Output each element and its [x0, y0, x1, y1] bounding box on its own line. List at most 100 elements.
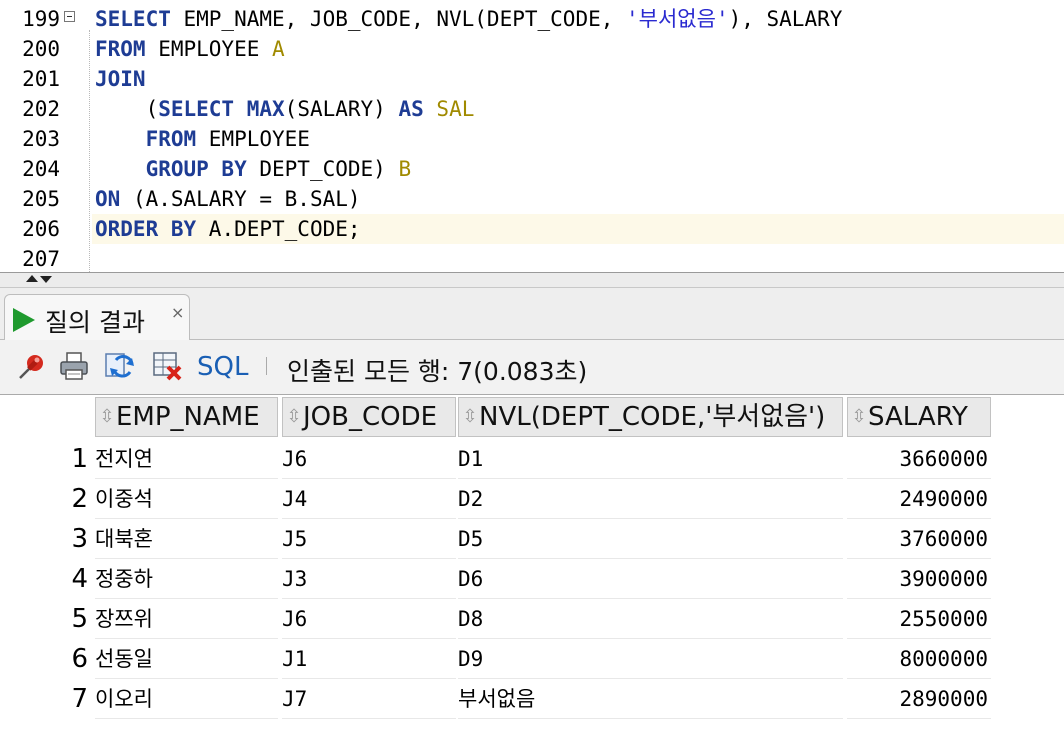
pin-icon[interactable]	[16, 350, 48, 382]
code-line[interactable]: ORDER BY A.DEPT_CODE;	[92, 214, 1064, 244]
table-cell[interactable]: J6	[282, 439, 456, 479]
sql-alias: B	[398, 157, 412, 181]
table-cell[interactable]: 3760000	[847, 519, 991, 559]
table-cell[interactable]: J6	[282, 599, 456, 639]
line-number: 199	[22, 7, 60, 31]
row-number[interactable]: 1	[0, 439, 88, 479]
code-line[interactable]: JOIN	[95, 64, 1064, 94]
table-cell[interactable]: 이오리	[95, 679, 278, 719]
sort-icon[interactable]: ⇳	[98, 398, 116, 436]
result-toolbar: SQL 인출된 모든 행: 7(0.083초)	[0, 340, 1064, 394]
tab-query-result-label: 질의 결과	[45, 308, 145, 337]
fetch-status: 인출된 모든 행: 7(0.083초)	[287, 357, 588, 386]
code-line[interactable]: ON (A.SALARY = B.SAL)	[95, 184, 1064, 214]
line-number: 204	[22, 157, 60, 181]
print-icon[interactable]	[58, 350, 90, 382]
row-number[interactable]: 7	[0, 679, 88, 719]
collapse-up-icon[interactable]	[26, 275, 38, 282]
column-header-label: NVL(DEPT_CODE,'부서없음')	[479, 402, 826, 432]
sort-icon[interactable]: ⇳	[850, 398, 868, 436]
column-header-label: EMP_NAME	[116, 402, 260, 432]
tab-query-result[interactable]: 질의 결과 ×	[4, 294, 190, 340]
sql-keyword: SELECT	[158, 97, 235, 121]
line-number-gutter: 199 200 201 202 203 204 205 206 207	[0, 0, 64, 272]
table-cell[interactable]: 장쯔위	[95, 599, 278, 639]
fold-toggle-icon[interactable]	[64, 11, 75, 22]
code-line[interactable]: FROM EMPLOYEE	[95, 124, 1064, 154]
sql-text: (	[95, 97, 159, 121]
sql-text: DEPT_CODE)	[246, 157, 399, 181]
pane-splitter[interactable]	[0, 272, 1064, 288]
code-line[interactable]: (SELECT MAX(SALARY) AS SAL	[95, 94, 1064, 124]
sql-keyword: MAX	[246, 97, 285, 121]
sort-icon[interactable]: ⇳	[285, 398, 303, 436]
line-number: 203	[22, 127, 60, 151]
row-number[interactable]: 2	[0, 479, 88, 519]
code-line[interactable]: GROUP BY DEPT_CODE) B	[95, 154, 1064, 184]
code-line[interactable]: FROM EMPLOYEE A	[95, 34, 1064, 64]
sql-editor[interactable]: 199 200 201 202 203 204 205 206 207 SELECT EMP_N…	[0, 0, 1064, 272]
result-tab-bar: 질의 결과 ×	[0, 288, 1064, 340]
table-cell[interactable]: D1	[458, 439, 843, 479]
table-cell[interactable]: J5	[282, 519, 456, 559]
table-cell[interactable]: 2550000	[847, 599, 991, 639]
result-grid: ⇳EMP_NAME ⇳JOB_CODE ⇳NVL(DEPT_CODE,'부서없음…	[0, 394, 1064, 730]
sql-text: EMPLOYEE	[196, 127, 310, 151]
column-header-salary[interactable]: ⇳SALARY	[847, 397, 991, 437]
table-cell[interactable]: 8000000	[847, 639, 991, 679]
column-header-label: SALARY	[868, 402, 968, 432]
table-cell[interactable]: D9	[458, 639, 843, 679]
code-line[interactable]: SELECT EMP_NAME, JOB_CODE, NVL(DEPT_CODE…	[95, 4, 1064, 34]
close-icon[interactable]: ×	[171, 303, 184, 322]
column-header-nvl-dept-code[interactable]: ⇳NVL(DEPT_CODE,'부서없음')	[458, 397, 843, 437]
table-cell[interactable]: J1	[282, 639, 456, 679]
table-cell[interactable]: 이중석	[95, 479, 278, 519]
sql-text: (SALARY)	[284, 97, 399, 121]
sql-alias: SAL	[436, 97, 475, 121]
table-cell[interactable]: D8	[458, 599, 843, 639]
column-header-emp-name[interactable]: ⇳EMP_NAME	[95, 397, 278, 437]
sql-text: A.DEPT_CODE;	[196, 217, 361, 241]
table-cell[interactable]: 부서없음	[458, 679, 843, 719]
collapse-down-icon[interactable]	[40, 276, 52, 283]
sql-keyword: FROM	[95, 37, 146, 61]
sql-button[interactable]: SQL	[197, 352, 248, 382]
table-cell[interactable]: 선동일	[95, 639, 278, 679]
column-header-label: JOB_CODE	[303, 402, 438, 432]
table-cell[interactable]: 3660000	[847, 439, 991, 479]
line-number: 206	[22, 217, 60, 241]
toolbar-separator	[266, 357, 267, 375]
table-cell[interactable]: D6	[458, 559, 843, 599]
row-number[interactable]: 4	[0, 559, 88, 599]
sql-keyword: FROM	[145, 127, 197, 151]
table-cell[interactable]: J4	[282, 479, 456, 519]
line-number: 200	[22, 37, 60, 61]
export-icon[interactable]	[151, 350, 183, 382]
row-number[interactable]: 6	[0, 639, 88, 679]
table-cell[interactable]: 전지연	[95, 439, 278, 479]
sort-icon[interactable]: ⇳	[461, 398, 479, 436]
line-number: 201	[22, 67, 60, 91]
table-cell[interactable]: D5	[458, 519, 843, 559]
table-cell[interactable]: 2890000	[847, 679, 991, 719]
table-cell[interactable]: 3900000	[847, 559, 991, 599]
sql-keyword: AS	[398, 97, 424, 121]
refresh-icon[interactable]	[104, 350, 136, 382]
code-line[interactable]	[95, 244, 1064, 272]
row-number[interactable]: 5	[0, 599, 88, 639]
line-number: 207	[22, 247, 60, 271]
line-number: 205	[22, 187, 60, 211]
sql-keyword: ON	[95, 187, 121, 211]
table-cell[interactable]: J3	[282, 559, 456, 599]
table-cell[interactable]: 2490000	[847, 479, 991, 519]
column-header-job-code[interactable]: ⇳JOB_CODE	[282, 397, 456, 437]
table-cell[interactable]: D2	[458, 479, 843, 519]
table-cell[interactable]: 대북혼	[95, 519, 278, 559]
sql-text: EMPLOYEE	[145, 37, 273, 61]
line-number: 202	[22, 97, 60, 121]
row-number[interactable]: 3	[0, 519, 88, 559]
sql-keyword: ORDER BY	[95, 217, 197, 241]
table-cell[interactable]: 정중하	[95, 559, 278, 599]
table-cell[interactable]: J7	[282, 679, 456, 719]
